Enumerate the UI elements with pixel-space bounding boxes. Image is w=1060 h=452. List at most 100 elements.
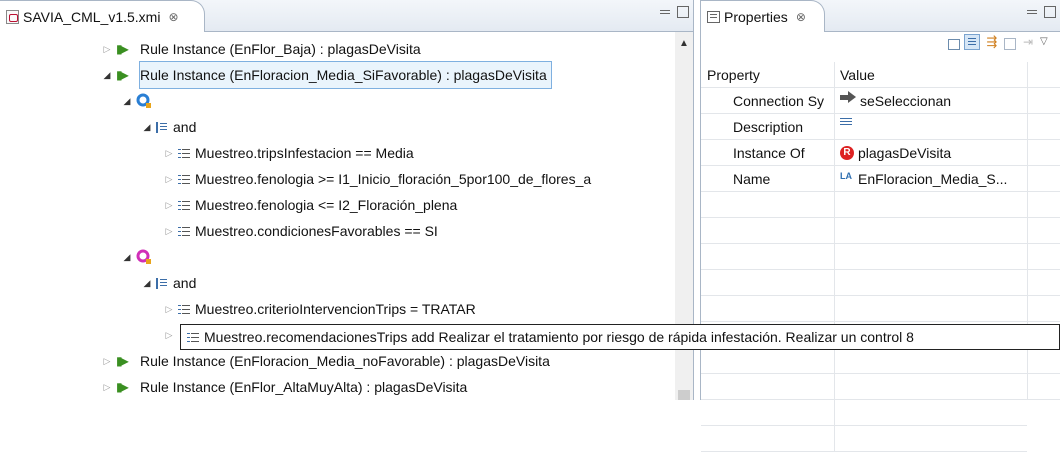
properties-icon [707, 10, 720, 23]
tree-row[interactable]: ◢ [120, 88, 156, 114]
expression-icon [187, 332, 199, 343]
property-value[interactable]: R plagasDeVisita [835, 140, 1027, 165]
empty-row [701, 400, 1027, 426]
tree-label: Rule Instance (EnFlor_Baja) : plagasDeVi… [140, 41, 421, 57]
empty-row [701, 218, 1027, 244]
tree-row[interactable]: ◢ and [140, 114, 197, 140]
tree-row[interactable]: ▷ ▮▶ Rule Instance (EnFlor_Baja) : plaga… [100, 36, 421, 62]
tree-row[interactable]: ◢ ▮▶ Rule Instance (EnFloracion_Media_Si… [100, 61, 552, 89]
arrow-icon [840, 90, 856, 103]
rule-instance-icon: ▮▶ [116, 354, 129, 368]
tree-row[interactable]: ▷ Muestreo.fenologia <= I2_Floración_ple… [162, 192, 458, 218]
filter-icon[interactable] [1004, 37, 1016, 50]
column-header-value[interactable]: Value [835, 62, 1027, 87]
expand-icon[interactable]: ▷ [162, 296, 176, 322]
scroll-thumb[interactable] [678, 390, 690, 400]
editor-tabbar: SAVIA_CML_v1.5.xmi ⊗ [0, 0, 693, 32]
properties-tab[interactable]: Properties ⊗ [701, 0, 825, 32]
editor-tab[interactable]: SAVIA_CML_v1.5.xmi ⊗ [0, 0, 205, 32]
restore-default-icon[interactable]: ⇥ [1020, 34, 1036, 50]
properties-window-controls [1026, 6, 1056, 18]
property-name: Name [701, 166, 835, 191]
property-value-text: EnFloracion_Media_S... [858, 170, 1008, 187]
expression-icon [178, 200, 190, 211]
collapse-icon[interactable]: ◢ [120, 88, 134, 114]
tree-row[interactable]: ◢ [120, 244, 156, 270]
editor-tab-title: SAVIA_CML_v1.5.xmi [23, 8, 161, 25]
property-value-text: seSeleccionan [860, 92, 952, 109]
rule-icon: R [840, 145, 854, 160]
pin-view-icon[interactable] [948, 38, 960, 50]
expression-icon [178, 148, 190, 159]
property-name: Description [701, 114, 835, 139]
expand-icon[interactable]: ▷ [162, 140, 176, 166]
collapse-icon[interactable]: ◢ [120, 244, 134, 270]
empty-row [701, 192, 1027, 218]
tree-row[interactable]: ▷ Muestreo.tripsInfestacion == Media [162, 140, 414, 166]
show-advanced-icon[interactable]: ⇶ [984, 34, 1000, 50]
tree-label-selected: Rule Instance (EnFloracion_Media_SiFavor… [139, 61, 552, 89]
property-name: Connection Sy [701, 88, 835, 113]
show-categories-icon[interactable] [964, 34, 980, 50]
tree-label: Muestreo.tripsInfestacion == Media [195, 145, 414, 161]
collapse-icon[interactable]: ◢ [140, 270, 154, 296]
minimize-icon[interactable] [659, 6, 671, 18]
tree-label: Muestreo.fenologia >= I1_Inicio_floració… [195, 171, 592, 187]
expression-icon [178, 174, 190, 185]
text-attribute-icon: LA [840, 170, 852, 181]
rule-instance-icon: ▮▶ [116, 42, 129, 56]
minimize-icon[interactable] [1026, 6, 1038, 18]
expand-icon[interactable]: ▷ [162, 218, 176, 244]
table-row[interactable]: Connection Sy seSeleccionan [701, 88, 1027, 114]
tree-row[interactable]: ▷ Muestreo.fenologia >= I1_Inicio_florac… [162, 166, 592, 192]
maximize-icon[interactable] [677, 6, 689, 18]
tree-label: and [173, 119, 197, 135]
rule-instance-icon: ▮▶ [116, 68, 129, 82]
close-icon[interactable]: ⊗ [796, 10, 806, 24]
tree-row[interactable]: ▷ ▮▶ Rule Instance (EnFloracion_Media_no… [100, 348, 550, 374]
expression-icon [178, 304, 190, 315]
expand-icon[interactable]: ▷ [162, 192, 176, 218]
tree-label: Muestreo.criterioIntervencionTrips = TRA… [195, 301, 476, 317]
tree-row-tooltip: Muestreo.recomendacionesTrips add Realiz… [180, 324, 1060, 350]
table-row[interactable]: Instance Of R plagasDeVisita [701, 140, 1027, 166]
tree-row[interactable]: ◢ and [140, 270, 197, 296]
view-menu-icon[interactable]: ▽ [1040, 34, 1056, 50]
table-row[interactable]: Name LA EnFloracion_Media_S... [701, 166, 1027, 192]
properties-table: Property Value Connection Sy seSeleccion… [701, 62, 1027, 452]
condition-query-icon [136, 93, 151, 108]
expand-icon[interactable]: ▷ [162, 166, 176, 192]
tooltip-text: Muestreo.recomendacionesTrips add Realiz… [204, 329, 914, 345]
tree-label: and [173, 275, 197, 291]
description-icon [840, 118, 852, 127]
property-value-text: plagasDeVisita [858, 144, 952, 161]
tree-row[interactable]: ▷ Muestreo.criterioIntervencionTrips = T… [162, 296, 476, 322]
and-operator-icon [156, 121, 168, 133]
collapse-icon[interactable]: ◢ [100, 62, 114, 88]
expand-icon[interactable]: ▷ [100, 36, 114, 62]
editor-window-controls [659, 6, 689, 18]
properties-tab-title: Properties [724, 8, 788, 25]
close-icon[interactable]: ⊗ [168, 10, 178, 24]
property-value[interactable]: LA EnFloracion_Media_S... [835, 166, 1027, 191]
tree-label: Rule Instance (EnFloracion_Media_noFavor… [140, 353, 550, 369]
tree-row[interactable]: ▷ ▮▶ Rule Instance (EnFlor_AltaMuyAlta) … [100, 374, 468, 400]
and-operator-icon [156, 277, 168, 289]
scroll-up-icon[interactable]: ▲ [675, 38, 693, 49]
properties-toolbar: ⇶ ⇥ ▽ [948, 34, 1056, 50]
expand-icon[interactable]: ▷ [100, 374, 114, 400]
tree-row[interactable]: ▷ [162, 322, 176, 348]
empty-row [701, 244, 1027, 270]
property-value[interactable]: seSeleccionan [835, 88, 1027, 113]
maximize-icon[interactable] [1044, 6, 1056, 18]
expand-icon[interactable]: ▷ [100, 348, 114, 374]
column-header-property[interactable]: Property [701, 62, 835, 87]
property-value[interactable] [835, 114, 1027, 139]
property-name: Instance Of [701, 140, 835, 165]
rule-instance-icon: ▮▶ [116, 380, 129, 394]
action-query-icon [136, 249, 151, 264]
table-row[interactable]: Description [701, 114, 1027, 140]
collapse-icon[interactable]: ◢ [140, 114, 154, 140]
tree-row[interactable]: ▷ Muestreo.condicionesFavorables == SI [162, 218, 438, 244]
expand-icon[interactable]: ▷ [162, 322, 176, 348]
